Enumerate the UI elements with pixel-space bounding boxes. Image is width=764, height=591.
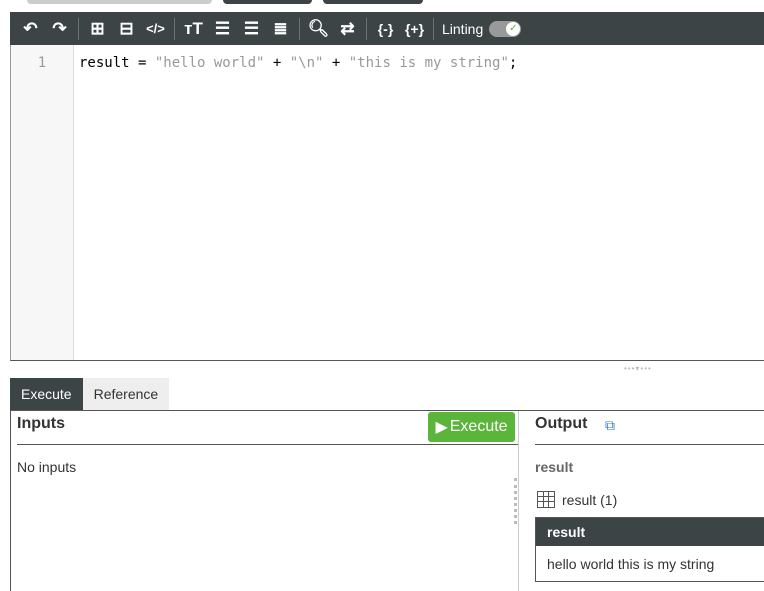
divider xyxy=(535,444,764,445)
divider xyxy=(299,17,300,40)
tab-reference[interactable]: Reference xyxy=(82,378,170,410)
inputs-title: Inputs xyxy=(17,415,65,432)
undo-icon[interactable]: ↶ xyxy=(16,15,45,43)
divider xyxy=(174,17,175,40)
code-line[interactable]: result = "hello world" + "\n" + "this is… xyxy=(79,55,517,71)
execute-panel: Inputs ▶ Execute No inputs Output ⧉ resul… xyxy=(10,410,764,591)
code-token: result = xyxy=(79,55,155,71)
replace-icon[interactable]: ⇄ xyxy=(333,15,362,43)
popout-icon[interactable]: ⧉ xyxy=(605,417,615,434)
output-section: Output ⧉ result result (1) result hello … xyxy=(535,411,764,591)
divider xyxy=(366,17,367,40)
add-comment-icon[interactable]: ⊞ xyxy=(83,15,112,43)
no-inputs-text: No inputs xyxy=(17,459,77,475)
code-string: "this is my string" xyxy=(348,55,509,71)
outdent-icon[interactable]: ☰ xyxy=(208,15,237,43)
code-token: + xyxy=(323,55,349,71)
table-cell: hello world this is my string xyxy=(547,556,715,572)
inputs-section: Inputs ▶ Execute No inputs xyxy=(11,411,519,591)
linting-label: Linting xyxy=(442,20,484,37)
code-string: "\n" xyxy=(289,55,324,71)
divider xyxy=(433,17,434,40)
indent-icon[interactable]: ☰ xyxy=(237,15,266,43)
panel-resize-handle[interactable] xyxy=(514,478,517,524)
divider xyxy=(17,444,518,445)
collapse-braces-icon[interactable]: {-} xyxy=(371,15,400,43)
top-tab-3[interactable] xyxy=(323,0,423,4)
remove-comment-icon[interactable]: ⊟ xyxy=(112,15,141,43)
search-icon[interactable]: 🔍︎ xyxy=(304,15,333,43)
line-gutter: 1 xyxy=(11,45,74,360)
column-header: result xyxy=(536,518,764,546)
top-tab-1[interactable] xyxy=(27,0,212,4)
result-label: result xyxy=(535,459,574,475)
tab-execute[interactable]: Execute xyxy=(10,378,83,410)
top-tab-2[interactable] xyxy=(223,0,312,4)
editor-toolbar: ↶ ↷ ⊞ ⊟ </> ᴛT ☰ ☰ ≣ 🔍︎ ⇄ {-} {+} Lintin… xyxy=(10,12,764,45)
resize-handle[interactable]: •••▾••• xyxy=(624,364,652,373)
play-icon: ▶ xyxy=(435,419,448,436)
redo-icon[interactable]: ↷ xyxy=(45,15,74,43)
check-icon: ✓ xyxy=(506,21,521,36)
align-icon[interactable]: ≣ xyxy=(266,15,295,43)
code-string: "hello world" xyxy=(154,55,265,71)
code-tag-icon[interactable]: </> xyxy=(141,15,170,43)
text-size-icon[interactable]: ᴛT xyxy=(179,15,208,43)
code-editor[interactable]: 1 result = "hello world" + "\n" + "this … xyxy=(10,45,764,361)
expand-braces-icon[interactable]: {+} xyxy=(400,15,429,43)
result-table-label: result (1) xyxy=(562,491,618,508)
table-icon xyxy=(537,491,555,508)
tab-bar: Execute Reference xyxy=(10,378,170,410)
divider xyxy=(78,17,79,40)
line-number: 1 xyxy=(37,55,47,71)
code-token: ; xyxy=(508,55,518,71)
execute-label: Execute xyxy=(449,418,508,435)
output-title: Output xyxy=(535,415,588,432)
result-table: result hello world this is my string xyxy=(535,517,764,582)
result-table-toggle[interactable]: result (1) xyxy=(537,491,617,508)
code-token: + xyxy=(264,55,290,71)
linting-toggle[interactable]: ✓ xyxy=(489,20,522,37)
execute-button[interactable]: ▶ Execute xyxy=(428,412,515,442)
